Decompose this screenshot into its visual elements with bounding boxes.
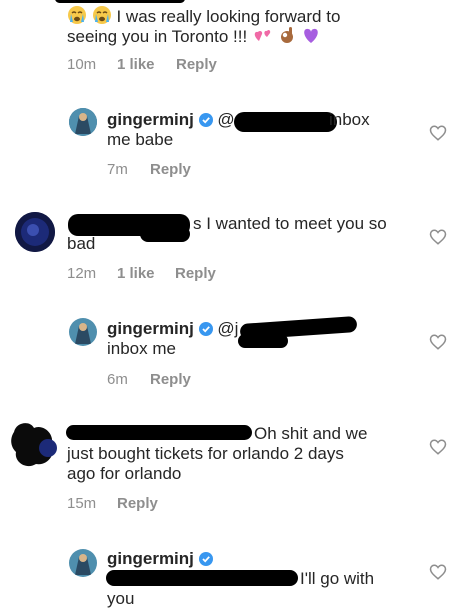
comment-time: 15m xyxy=(67,495,97,512)
likes-count[interactable]: 1 like xyxy=(117,265,155,283)
reply-button[interactable]: Reply xyxy=(176,56,217,74)
crying-face-emoji xyxy=(92,6,111,24)
username[interactable]: gingerminj xyxy=(107,319,194,338)
avatar[interactable] xyxy=(69,108,97,136)
comment-text: ago for orlando xyxy=(67,464,182,483)
comment-time: 12m xyxy=(67,265,97,282)
purple-heart-emoji xyxy=(304,28,319,43)
comment-text: inbox me xyxy=(107,339,176,358)
comment-text: me babe xyxy=(107,130,174,149)
heart-outline-icon[interactable] xyxy=(429,228,447,246)
avatar[interactable] xyxy=(69,318,97,346)
reply-button[interactable]: Reply xyxy=(150,371,191,389)
verified-badge-icon xyxy=(198,113,213,127)
reply-button[interactable]: Reply xyxy=(150,161,191,179)
avatar[interactable] xyxy=(15,212,55,252)
heart-outline-icon[interactable] xyxy=(429,438,447,456)
username[interactable]: gingerminj xyxy=(107,549,194,568)
comment-time: 6m xyxy=(107,371,128,388)
crying-face-emoji xyxy=(68,6,86,24)
likes-count[interactable]: 1 like xyxy=(117,56,155,74)
username[interactable]: gingerminj xyxy=(107,110,194,129)
mention[interactable]: @ xyxy=(217,110,234,129)
redacted-username xyxy=(140,226,190,242)
avatar[interactable] xyxy=(8,418,60,470)
mention[interactable]: @j xyxy=(217,319,238,338)
reply-button[interactable]: Reply xyxy=(175,265,216,283)
redacted-mention xyxy=(238,334,288,348)
comment-text: just bought tickets for orlando 2 days xyxy=(67,444,344,463)
verified-badge-icon xyxy=(198,322,213,336)
comment-text: I was really looking forward to xyxy=(116,7,341,26)
avatar[interactable] xyxy=(69,549,97,577)
two-hearts-emoji xyxy=(254,29,271,41)
comment-text: I'll go with xyxy=(300,569,375,588)
comment-time: 7m xyxy=(107,161,128,178)
comment-text: bad xyxy=(67,234,96,253)
heart-outline-icon[interactable] xyxy=(429,333,447,351)
comment-text: inbox xyxy=(329,110,370,129)
verified-badge-icon xyxy=(198,552,213,566)
heart-outline-icon[interactable] xyxy=(429,124,447,142)
comment-text: s I wanted to meet you so xyxy=(193,214,387,233)
reply-button[interactable]: Reply xyxy=(117,495,158,513)
redacted-mention xyxy=(234,112,337,132)
comment-time: 10m xyxy=(67,56,97,73)
redacted-username xyxy=(55,0,185,3)
redacted-mention xyxy=(106,570,298,586)
comment-text: you xyxy=(107,589,135,608)
ok-hand-emoji xyxy=(280,27,293,43)
heart-outline-icon[interactable] xyxy=(429,563,447,581)
comment-text: Oh shit and we xyxy=(254,424,368,443)
comment-text: seeing you in Toronto !!! xyxy=(67,27,248,46)
redacted-username xyxy=(66,425,252,440)
